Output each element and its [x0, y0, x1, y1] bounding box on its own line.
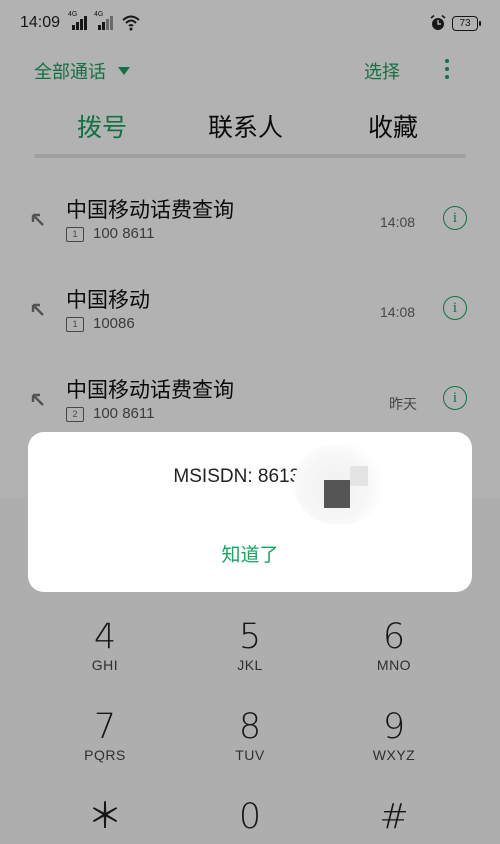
dialog-message: MSISDN: 8613 72: [173, 466, 327, 487]
ok-button[interactable]: 知道了: [28, 540, 472, 567]
redaction-blur: [294, 444, 384, 524]
msisdn-dialog: MSISDN: 8613 72 知道了: [28, 432, 472, 592]
modal-overlay[interactable]: [0, 0, 500, 844]
